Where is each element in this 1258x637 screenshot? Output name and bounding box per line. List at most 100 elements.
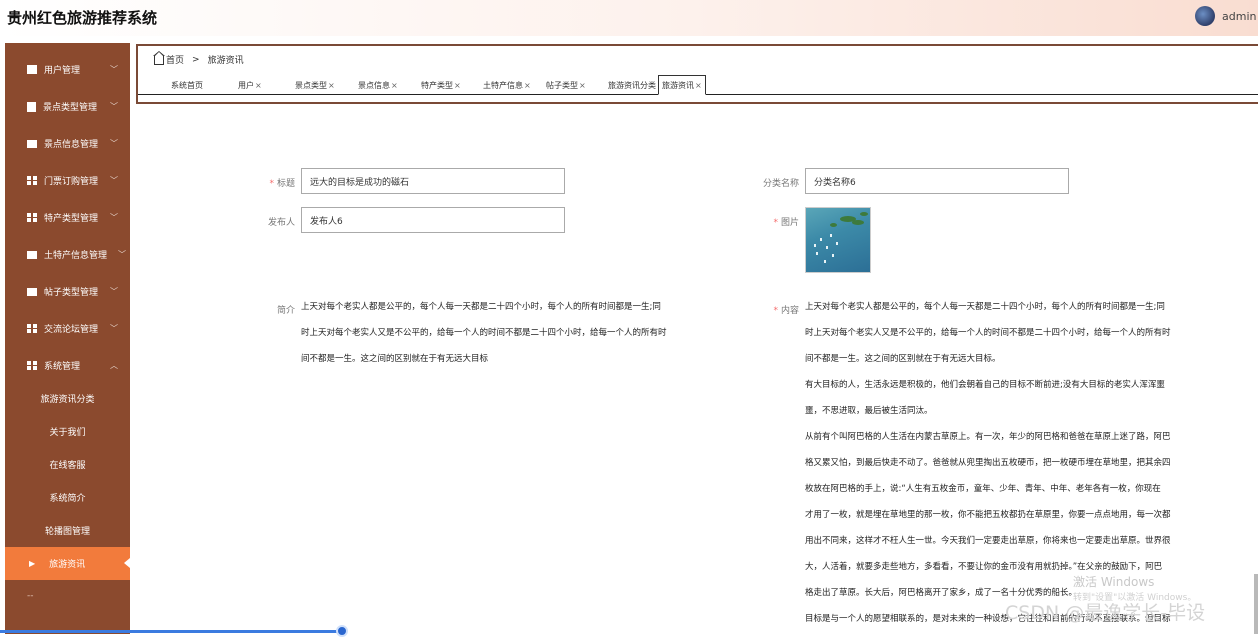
content-line: 用出不同来，这样才不枉人生一世。今天我们一定要走出草原，你将来也一定要走出草原。… (805, 536, 1171, 546)
sidebar-item-specialty-type[interactable]: 特产类型管理 ﹀ (5, 201, 130, 234)
close-icon[interactable]: × (579, 81, 586, 90)
sidebar-subitem-label: 旅游资讯 (49, 560, 86, 570)
close-icon[interactable]: × (391, 81, 398, 90)
summary-line: 上天对每个老实人都是公平的，每个人每一天都是二十四个小时，每个人的所有时间都是一… (301, 302, 661, 312)
tab-label: 帖子类型 (546, 81, 578, 90)
title-label: * 标题 (269, 179, 295, 189)
sidebar-subitem-label: 旅游资讯分类 (40, 395, 95, 405)
sidebar-item-local-specialty[interactable]: 土特产信息管理 ﹀ (5, 238, 130, 271)
tab-travel-news[interactable]: 旅游资讯 × (658, 75, 706, 95)
grid-icon (27, 176, 37, 185)
user-name[interactable]: admin (1222, 10, 1256, 23)
content-label: * 内容 (773, 306, 799, 316)
sidebar-subitem-label: 轮播图管理 (44, 527, 90, 537)
grid-icon (27, 361, 37, 370)
user-avatar[interactable] (1195, 6, 1215, 26)
content-line: 时上天对每个老实人又是不公平的，给每一个人的时间不都是二十四个小时，给每一个人的… (805, 328, 1171, 338)
sidebar-subitem-online-service[interactable]: 在线客服 (5, 448, 130, 481)
sidebar-item-system[interactable]: 系统管理 ︿ (5, 349, 130, 382)
printer-icon (27, 250, 37, 259)
sidebar-subitem-system-intro[interactable]: 系统简介 (5, 481, 130, 514)
sidebar-item-label: 土特产信息管理 (44, 251, 108, 261)
sidebar-more: -- (27, 591, 34, 601)
tab-home[interactable]: 系统首页 (171, 76, 203, 95)
tab-label: 土特产信息 (483, 81, 523, 90)
breadcrumb: 首页 > 旅游资讯 (153, 51, 244, 66)
chevron-down-icon: ﹀ (110, 176, 118, 185)
top-header: 贵州红色旅游推荐系统 admin (0, 0, 1258, 36)
tab-post-type[interactable]: 帖子类型 × (546, 76, 586, 95)
chevron-down-icon: ﹀ (110, 139, 118, 148)
close-icon[interactable]: × (328, 81, 335, 90)
csdn-watermark: CSDN @最逸学长-毕设 (1005, 602, 1206, 624)
category-label: 分类名称 (762, 179, 799, 189)
grid-icon (27, 324, 37, 333)
sidebar-subitem-about-us[interactable]: 关于我们 (5, 415, 130, 448)
tab-specialty-type[interactable]: 特产类型 × (421, 76, 461, 95)
breadcrumb-home[interactable]: 首页 (166, 53, 184, 66)
sidebar: 用户管理 ﹀ 景点类型管理 ﹀ 景点信息管理 ﹀ 门票订购管理 ﹀ 特产类型管理… (5, 43, 130, 634)
tab-label: 旅游资讯分类 (608, 81, 656, 90)
content-line: 才用了一枚，就是埋在草地里的那一枚，你不能把五枚都扔在草原里，你要一点点地用，每… (805, 510, 1171, 520)
sidebar-item-forum[interactable]: 交流论坛管理 ﹀ (5, 312, 130, 345)
tab-label: 景点类型 (295, 81, 327, 90)
sidebar-item-label: 帖子类型管理 (44, 288, 99, 298)
content-line: 从前有个叫阿巴格的人生活在内蒙古草原上。有一次，年少的阿巴格和爸爸在草原上迷了路… (805, 432, 1171, 442)
active-indicator (124, 558, 130, 568)
windows-activation-title: 激活 Windows (1073, 575, 1155, 589)
sidebar-item-scenic-type[interactable]: 景点类型管理 ﹀ (5, 90, 130, 123)
publisher-input[interactable]: 发布人6 (301, 207, 565, 233)
tab-label: 系统首页 (171, 81, 203, 90)
tab-label: 用户 (238, 81, 254, 90)
tab-label: 特产类型 (421, 81, 453, 90)
tab-label: 景点信息 (358, 81, 390, 90)
content-line: 噩，不思进取，最后被生活同汰。 (805, 406, 933, 416)
content-line: 枚放在阿巴格的手上，说:“人生有五枚金币，童年、少年、青年、中年、老年各有一枚，… (805, 484, 1161, 494)
sidebar-item-label: 特产类型管理 (44, 214, 99, 224)
breadcrumb-tabs-panel: 首页 > 旅游资讯 系统首页 用户 × 景点类型 × 景点信息 × 特产类型 × 土特产… (136, 44, 1258, 104)
sidebar-item-label: 交流论坛管理 (44, 325, 99, 335)
chat-icon (27, 287, 37, 296)
tab-scenic-info[interactable]: 景点信息 × (358, 76, 398, 95)
tab-user[interactable]: 用户 × (238, 76, 262, 95)
tab-news-category[interactable]: 旅游资讯分类× (608, 76, 664, 95)
title-input[interactable]: 远大的目标是成功的磁石 (301, 168, 565, 194)
close-icon[interactable]: × (454, 81, 461, 90)
sidebar-subitem-travel-news[interactable]: ▶ 旅游资讯 (5, 547, 130, 580)
sidebar-item-scenic-info[interactable]: 景点信息管理 ﹀ (5, 127, 130, 160)
tab-local-specialty[interactable]: 土特产信息 × (483, 76, 531, 95)
sidebar-item-label: 系统管理 (44, 362, 81, 372)
home-icon[interactable] (153, 51, 165, 65)
sidebar-item-user-management[interactable]: 用户管理 ﹀ (5, 53, 130, 86)
tab-label: 旅游资讯 (662, 80, 694, 90)
sidebar-item-label: 门票订购管理 (44, 177, 99, 187)
content-line: 格又累又怕，到最后快走不动了。爸爸就从兜里掏出五枚硬币，把一枚硬币埋在草地里，把… (805, 458, 1171, 468)
close-icon[interactable]: × (524, 81, 531, 90)
close-icon[interactable]: × (255, 81, 262, 90)
clipboard-icon (27, 101, 36, 112)
chevron-down-icon: ﹀ (110, 213, 118, 222)
sidebar-item-post-type[interactable]: 帖子类型管理 ﹀ (5, 275, 130, 308)
sidebar-subitem-carousel[interactable]: 轮播图管理 (5, 514, 130, 547)
horizontal-scrollbar[interactable] (0, 630, 342, 633)
tab-scenic-type[interactable]: 景点类型 × (295, 76, 335, 95)
chevron-up-icon: ︿ (110, 361, 118, 370)
chevron-down-icon: ﹀ (110, 324, 118, 333)
sidebar-subitem-label: 关于我们 (49, 428, 86, 438)
news-image[interactable] (805, 207, 871, 273)
chevron-down-icon: ﹀ (118, 250, 126, 259)
sidebar-item-label: 用户管理 (44, 66, 81, 76)
close-icon[interactable]: × (695, 81, 702, 90)
app-title: 贵州红色旅游推荐系统 (7, 9, 158, 27)
chevron-down-icon: ﹀ (110, 287, 118, 296)
chevron-down-icon: ﹀ (110, 102, 118, 111)
category-input[interactable]: 分类名称6 (805, 168, 1069, 194)
sidebar-subitem-news-category[interactable]: 旅游资讯分类 (5, 382, 130, 415)
sidebar-item-label: 景点类型管理 (43, 103, 98, 113)
table-icon (27, 65, 37, 74)
sidebar-item-ticket-order[interactable]: 门票订购管理 ﹀ (5, 164, 130, 197)
scroll-handle[interactable] (336, 625, 348, 637)
content-line: 上天对每个老实人都是公平的，每个人每一天都是二十四个小时，每个人的所有时间都是一… (805, 302, 1165, 312)
vertical-scrollbar[interactable] (1254, 574, 1258, 634)
chevron-down-icon: ﹀ (110, 65, 118, 74)
